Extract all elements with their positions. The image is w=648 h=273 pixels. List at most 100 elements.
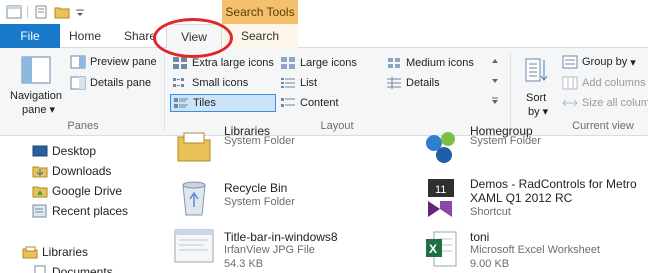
tile-extra: Shortcut [470, 206, 511, 218]
tile-name: Recycle Bin [224, 181, 288, 195]
documents-icon [34, 265, 46, 273]
list-icon [281, 78, 295, 88]
preview-pane-icon [70, 55, 86, 69]
sort-by-icon [525, 58, 548, 82]
tile-type: System Folder [470, 135, 541, 147]
tile-name: toni [470, 230, 490, 244]
nav-item-documents[interactable]: Documents [32, 265, 113, 273]
layout-details[interactable]: Details [386, 76, 440, 90]
navigation-pane-button[interactable]: Navigation pane ▾ [6, 50, 64, 116]
title-bar: Search Tools [0, 0, 648, 24]
content-icon [281, 98, 295, 107]
group-by-icon [562, 55, 578, 69]
list-label: List [300, 77, 318, 89]
tile-homegroup[interactable]: Homegroup System Folder [418, 124, 643, 173]
nav-item-desktop[interactable]: Desktop [32, 144, 96, 158]
details-label: Details [406, 77, 440, 89]
tab-search[interactable]: Search [234, 24, 286, 48]
tile-libraries[interactable]: Libraries System Folder [172, 124, 402, 173]
nav-item-libraries[interactable]: Libraries [22, 245, 88, 259]
properties-icon[interactable] [34, 5, 48, 19]
group-by-button[interactable]: Group by ▾ [562, 55, 636, 69]
details-icon [387, 77, 401, 89]
svg-text:11: 11 [435, 184, 446, 196]
medium-icons-label: Medium icons [406, 57, 474, 69]
layout-scroll-up-icon[interactable] [490, 56, 500, 66]
group-label-panes: Panes [67, 120, 99, 132]
layout-tiles[interactable]: Tiles [170, 94, 276, 112]
preview-pane-button[interactable]: Preview pane [70, 55, 157, 69]
details-pane-label: Details pane [90, 77, 152, 89]
tiles-label: Tiles [193, 97, 216, 109]
layout-list[interactable]: List [280, 76, 317, 90]
details-pane-button[interactable]: Details pane [70, 76, 151, 90]
quick-access-dropdown-icon[interactable] [75, 5, 85, 19]
add-columns-label: Add columns [582, 77, 646, 89]
nav-item-downloads[interactable]: Downloads [32, 164, 111, 178]
group-by-dropdown-icon: ▾ [630, 56, 636, 69]
libraries-folder-icon [177, 132, 211, 162]
size-all-columns-button[interactable]: Size all colum [562, 96, 648, 110]
tile-extra: 9.00 KB [470, 258, 510, 270]
navigation-pane-label-2: pane ▾ [22, 104, 56, 116]
google-drive-icon [32, 186, 48, 198]
content-area: Desktop Downloads Google Drive Recent pl… [0, 124, 648, 273]
tile-type: IrfanView JPG File [224, 244, 315, 256]
layout-more-icon[interactable] [490, 96, 500, 106]
medium-icons-icon [388, 58, 400, 68]
tab-share[interactable]: Share [122, 24, 158, 48]
sort-by-label: Sort [526, 92, 547, 104]
tab-file[interactable]: File [0, 24, 60, 48]
add-columns-button[interactable]: Add columns ▾ [562, 76, 648, 90]
tile-type: System Folder [224, 196, 295, 208]
small-icons-label: Small icons [192, 77, 249, 89]
libraries-icon [22, 246, 38, 259]
ribbon: Navigation pane ▾ Preview pane Details p… [0, 48, 648, 136]
tiles-icon [174, 98, 188, 108]
tab-view[interactable]: View [166, 24, 222, 49]
extra-large-icons-label: Extra large icons [192, 57, 274, 69]
sort-by-button[interactable]: Sort by ▾ [518, 52, 556, 118]
sort-by-label-2: by ▾ [528, 106, 549, 118]
group-by-label: Group by [582, 56, 628, 68]
downloads-icon [32, 166, 48, 178]
new-folder-icon[interactable] [54, 5, 70, 19]
layout-scroll-down-icon[interactable] [490, 76, 500, 86]
layout-small-icons[interactable]: Small icons [172, 76, 248, 90]
layout-medium-icons[interactable]: Medium icons [386, 56, 474, 70]
recycle-bin-icon [182, 181, 206, 216]
size-all-columns-label: Size all colum [582, 97, 648, 109]
layout-content[interactable]: Content [280, 96, 339, 110]
tile-type: System Folder [224, 135, 295, 147]
tile-type: Microsoft Excel Worksheet [470, 244, 601, 256]
tile-title-bar-in-windows8[interactable]: Title-bar-in-windows8 IrfanView JPG File… [172, 227, 402, 273]
desktop-icon [32, 145, 48, 157]
preview-pane-label: Preview pane [90, 56, 157, 68]
svg-text:X: X [429, 242, 437, 256]
size-all-columns-icon [562, 99, 578, 107]
jpg-file-icon [174, 229, 214, 263]
layout-extra-large-icons[interactable]: Extra large icons [172, 56, 274, 70]
tile-toni[interactable]: X toni Microsoft Excel Worksheet 9.00 KB [418, 227, 643, 273]
tile-type: XAML Q1 2012 RC [470, 191, 573, 205]
excel-file-icon: X [426, 231, 457, 267]
extra-large-icons-icon [173, 57, 187, 69]
add-columns-icon [562, 76, 578, 90]
navigation-pane-label: Navigation [10, 90, 62, 102]
nav-item-google-drive[interactable]: Google Drive [32, 184, 122, 198]
nav-item-recent-places[interactable]: Recent places [32, 204, 128, 218]
layout-large-icons[interactable]: Large icons [280, 56, 357, 70]
content-label: Content [300, 97, 339, 109]
small-icons-icon [173, 78, 184, 87]
homegroup-icon [426, 132, 455, 163]
large-icons-label: Large icons [300, 57, 357, 69]
navigation-pane-icon [21, 56, 51, 84]
explorer-window-icon[interactable] [6, 5, 22, 19]
tile-name: Title-bar-in-windows8 [224, 230, 338, 244]
tile-recycle-bin[interactable]: Recycle Bin System Folder [172, 177, 402, 223]
large-icons-icon [281, 57, 295, 69]
tab-home[interactable]: Home [64, 24, 106, 48]
tile-name: Demos - RadControls for Metro [470, 177, 637, 191]
tile-extra: 54.3 KB [224, 258, 264, 270]
tile-demos-radcontrols[interactable]: 11 Demos - RadControls for Metro XAML Q1… [418, 175, 643, 225]
